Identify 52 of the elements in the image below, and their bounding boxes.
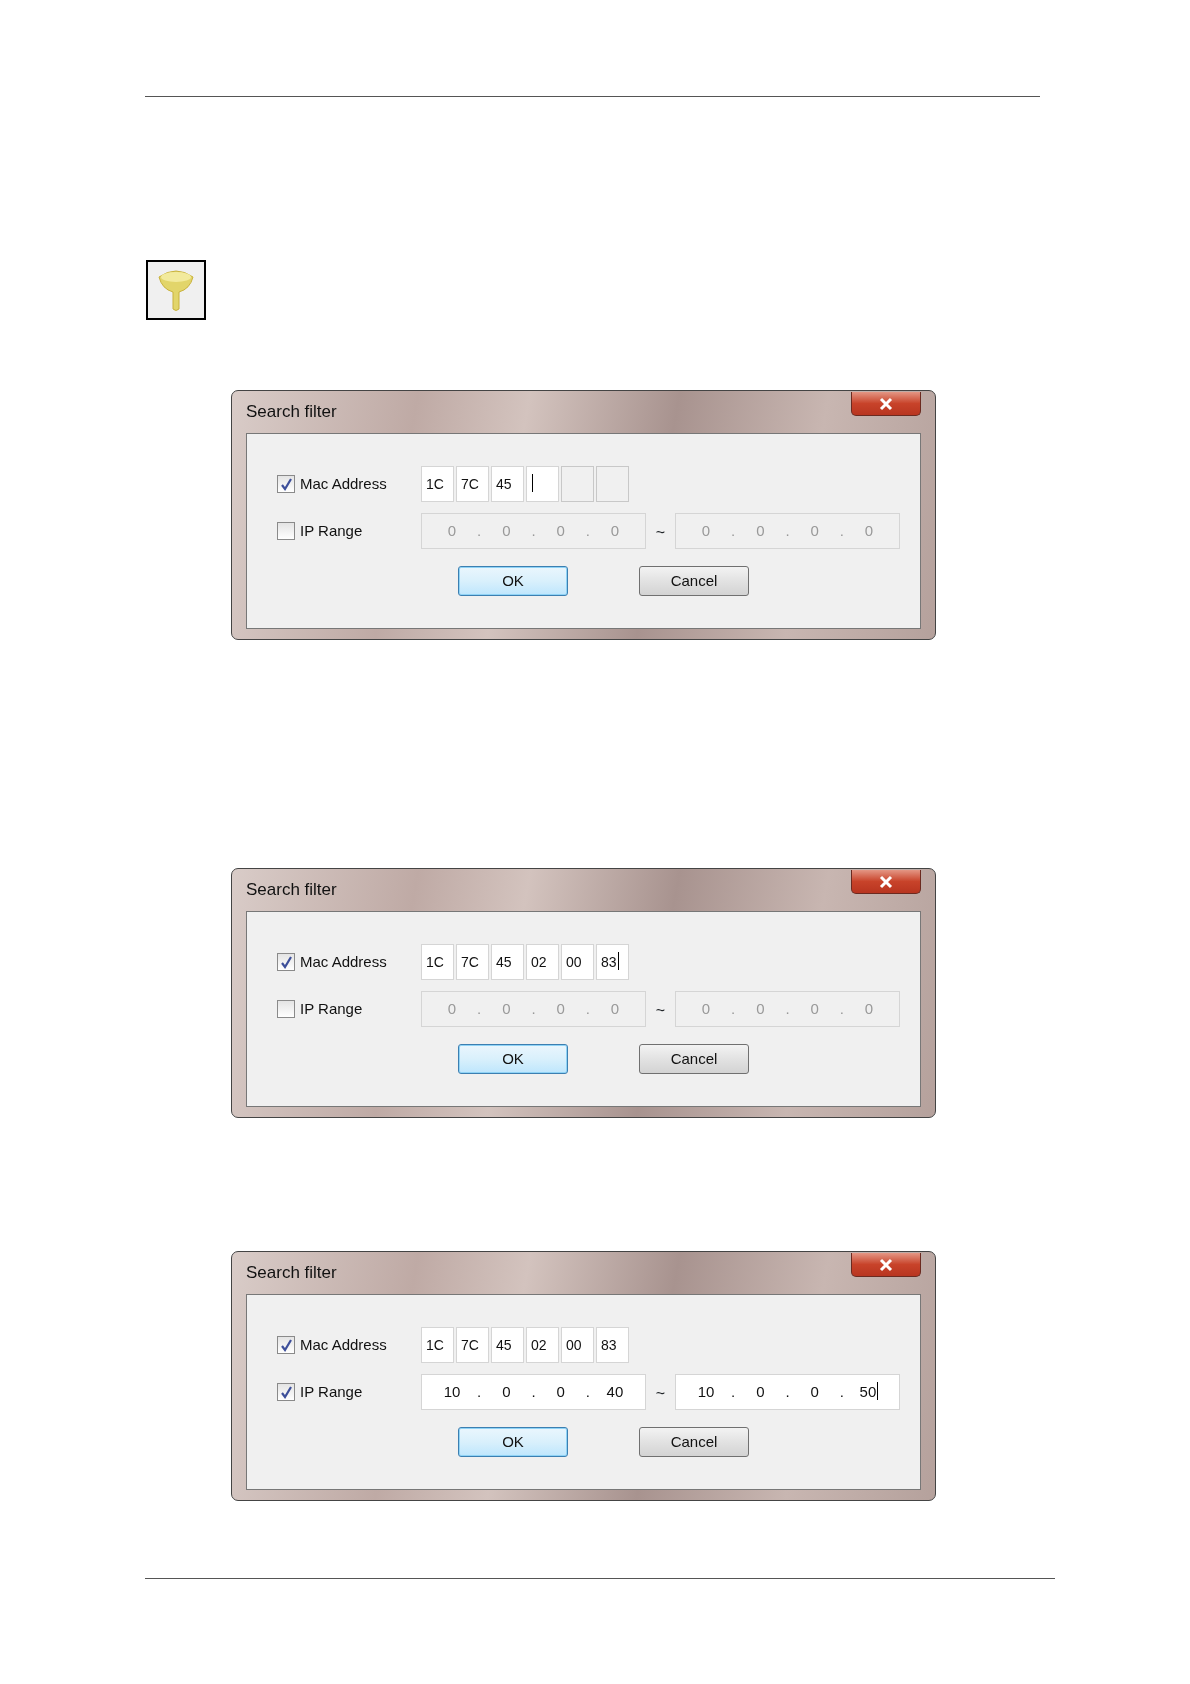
close-icon — [878, 1257, 894, 1272]
mac-octet-field[interactable]: 7C — [456, 944, 489, 980]
mac-octet-field[interactable]: 7C — [456, 1327, 489, 1363]
close-button[interactable] — [851, 392, 921, 416]
dialog-button[interactable]: Cancel — [639, 566, 749, 596]
mac-octet-field[interactable] — [561, 466, 594, 502]
checkbox-label: Mac Address — [300, 1334, 387, 1355]
checkbox-label: Mac Address — [300, 473, 387, 494]
mac-octet-field[interactable]: 00 — [561, 944, 594, 980]
mac-octet-field[interactable]: 7C — [456, 466, 489, 502]
funnel-icon — [156, 267, 196, 313]
mac-octet-field[interactable]: 45 — [491, 1327, 524, 1363]
dialog-button[interactable]: OK — [458, 566, 568, 596]
range-separator: ~ — [654, 1001, 667, 1021]
mac-octet-field[interactable]: 02 — [526, 944, 559, 980]
filter-button[interactable] — [146, 260, 206, 320]
checkbox[interactable] — [277, 1383, 295, 1401]
ip-field[interactable]: 10 . 0 . 0 . 40 — [421, 1374, 646, 1410]
mac-octet-field[interactable]: 83 — [596, 1327, 629, 1363]
dialog-button[interactable]: Cancel — [639, 1427, 749, 1457]
checkbox[interactable] — [277, 1336, 295, 1354]
mac-octet-field[interactable]: 1C — [421, 466, 454, 502]
checkbox-label: IP Range — [300, 998, 363, 1019]
mac-octet-field[interactable]: 1C — [421, 944, 454, 980]
window-title: Search filter — [246, 1262, 337, 1285]
mac-octet-field[interactable]: 83 — [596, 944, 629, 980]
range-separator: ~ — [654, 1384, 667, 1404]
window-title: Search filter — [246, 401, 337, 424]
checkbox[interactable] — [277, 1000, 295, 1018]
mac-octet-field[interactable]: 45 — [491, 944, 524, 980]
close-button[interactable] — [851, 870, 921, 894]
checkbox[interactable] — [277, 522, 295, 540]
checkbox-label: Mac Address — [300, 951, 387, 972]
dialog-button[interactable]: OK — [458, 1427, 568, 1457]
close-button[interactable] — [851, 1253, 921, 1277]
checkbox-label: IP Range — [300, 520, 363, 541]
checkbox[interactable] — [277, 475, 295, 493]
ip-field[interactable]: 10 . 0 . 0 . 50 — [675, 1374, 900, 1410]
mac-octet-field[interactable]: 45 — [491, 466, 524, 502]
dialog-button[interactable]: OK — [458, 1044, 568, 1074]
mac-octet-field[interactable]: 02 — [526, 1327, 559, 1363]
mac-octet-field[interactable]: 00 — [561, 1327, 594, 1363]
close-icon — [878, 874, 894, 889]
checkbox-label: IP Range — [300, 1381, 363, 1402]
mac-octet-field[interactable]: 1C — [421, 1327, 454, 1363]
window-title: Search filter — [246, 879, 337, 902]
dialog-button[interactable]: Cancel — [639, 1044, 749, 1074]
mac-octet-field[interactable] — [526, 466, 559, 502]
close-icon — [878, 396, 894, 411]
range-separator: ~ — [654, 523, 667, 543]
mac-octet-field[interactable] — [596, 466, 629, 502]
checkbox[interactable] — [277, 953, 295, 971]
